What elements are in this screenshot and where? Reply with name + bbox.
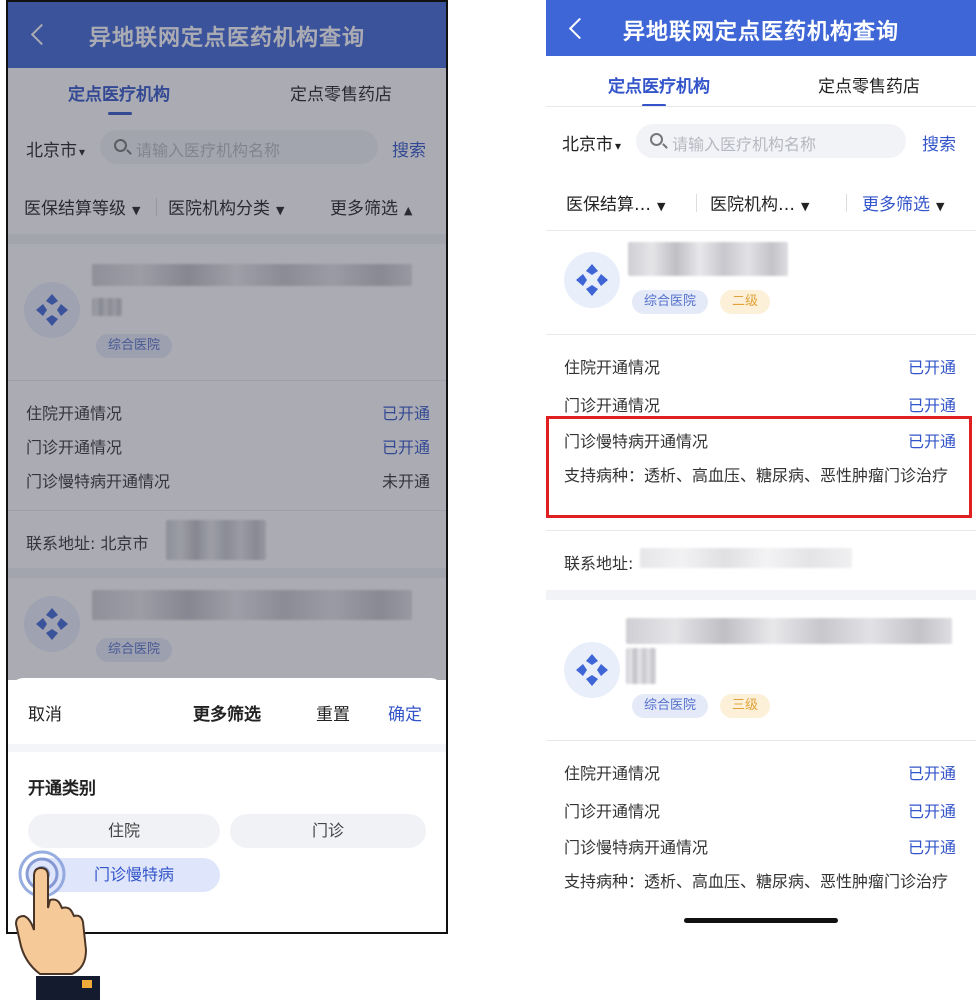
nav-header: 异地联网定点医药机构查询 <box>546 0 976 56</box>
filter-more[interactable]: 更多筛选 ▼ <box>862 190 944 215</box>
tap-hand-icon <box>14 850 100 1000</box>
level-tag: 二级 <box>720 290 771 314</box>
hospital-logo-icon <box>564 252 620 308</box>
search-icon <box>650 133 663 146</box>
confirm-button[interactable]: 确定 <box>388 700 422 725</box>
row-status-chronic: 已开通 <box>907 838 956 857</box>
divider <box>546 334 976 335</box>
redacted-address <box>640 548 852 568</box>
home-indicator <box>684 918 838 923</box>
row-status-inpatient: 已开通 <box>907 764 956 783</box>
filter-bar: 医保结算… ▼ 医院机构… ▼ 更多筛选 ▼ <box>546 186 976 220</box>
address-label: 联系地址: <box>564 554 634 573</box>
search-row: 北京市 请输入医疗机构名称 搜索 <box>546 122 976 162</box>
search-input[interactable]: 请输入医疗机构名称 <box>636 124 906 158</box>
right-phone-screen: 异地联网定点医药机构查询 定点医疗机构 定点零售药店 北京市 请输入医疗机构名称… <box>546 0 976 1000</box>
left-phone-screen: 异地联网定点医药机构查询 定点医疗机构 定点零售药店 北京市 请输入医疗机构名称… <box>6 0 448 934</box>
section-gap <box>546 590 976 600</box>
filter-institution-type[interactable]: 医院机构… ▼ <box>710 190 809 215</box>
city-selector[interactable]: 北京市 <box>562 130 621 155</box>
divider <box>546 740 976 741</box>
search-placeholder: 请输入医疗机构名称 <box>672 135 817 154</box>
type-tag: 综合医院 <box>632 290 709 314</box>
sheet-title: 更多筛选 <box>193 705 261 725</box>
row-label-chronic: 门诊慢特病开通情况 <box>564 838 709 857</box>
tab-medical-institution[interactable]: 定点医疗机构 <box>608 72 710 97</box>
redacted-name <box>628 242 788 276</box>
comparison-stage: 异地联网定点医药机构查询 定点医疗机构 定点零售药店 北京市 请输入医疗机构名称… <box>0 0 976 1000</box>
tab-bar: 定点医疗机构 定点零售药店 <box>546 56 976 107</box>
divider <box>846 194 847 212</box>
divider <box>546 230 976 231</box>
redacted-name <box>626 618 952 644</box>
divider <box>546 530 976 531</box>
filter-settlement-level[interactable]: 医保结算… ▼ <box>566 190 665 215</box>
modal-backdrop[interactable] <box>8 2 446 680</box>
row-label-outpatient: 门诊开通情况 <box>564 396 661 415</box>
page-title: 异地联网定点医药机构查询 <box>622 20 899 45</box>
row-label-inpatient: 住院开通情况 <box>564 764 661 783</box>
sheet-divider <box>8 744 446 752</box>
option-inpatient[interactable]: 住院 <box>28 814 220 848</box>
row-status-outpatient: 已开通 <box>907 396 956 415</box>
row-status-outpatient: 已开通 <box>907 802 956 821</box>
divider <box>546 106 976 107</box>
option-outpatient[interactable]: 门诊 <box>230 814 426 848</box>
highlight-box <box>546 416 972 518</box>
row-label-inpatient: 住院开通情况 <box>564 358 661 377</box>
level-tag: 三级 <box>720 694 771 718</box>
row-label-outpatient: 门诊开通情况 <box>564 802 661 821</box>
row-status-inpatient: 已开通 <box>907 358 956 377</box>
redacted-name <box>626 648 656 684</box>
divider <box>696 194 697 212</box>
tab-retail-pharmacy[interactable]: 定点零售药店 <box>818 72 920 97</box>
type-tag: 综合医院 <box>632 694 709 718</box>
supported-diseases: 支持病种：透析、高血压、糖尿病、恶性肿瘤门诊治疗 <box>564 872 949 891</box>
section-title: 开通类别 <box>28 779 96 799</box>
search-button[interactable]: 搜索 <box>922 130 956 155</box>
reset-button[interactable]: 重置 <box>316 700 350 725</box>
hospital-logo-icon <box>564 642 620 698</box>
